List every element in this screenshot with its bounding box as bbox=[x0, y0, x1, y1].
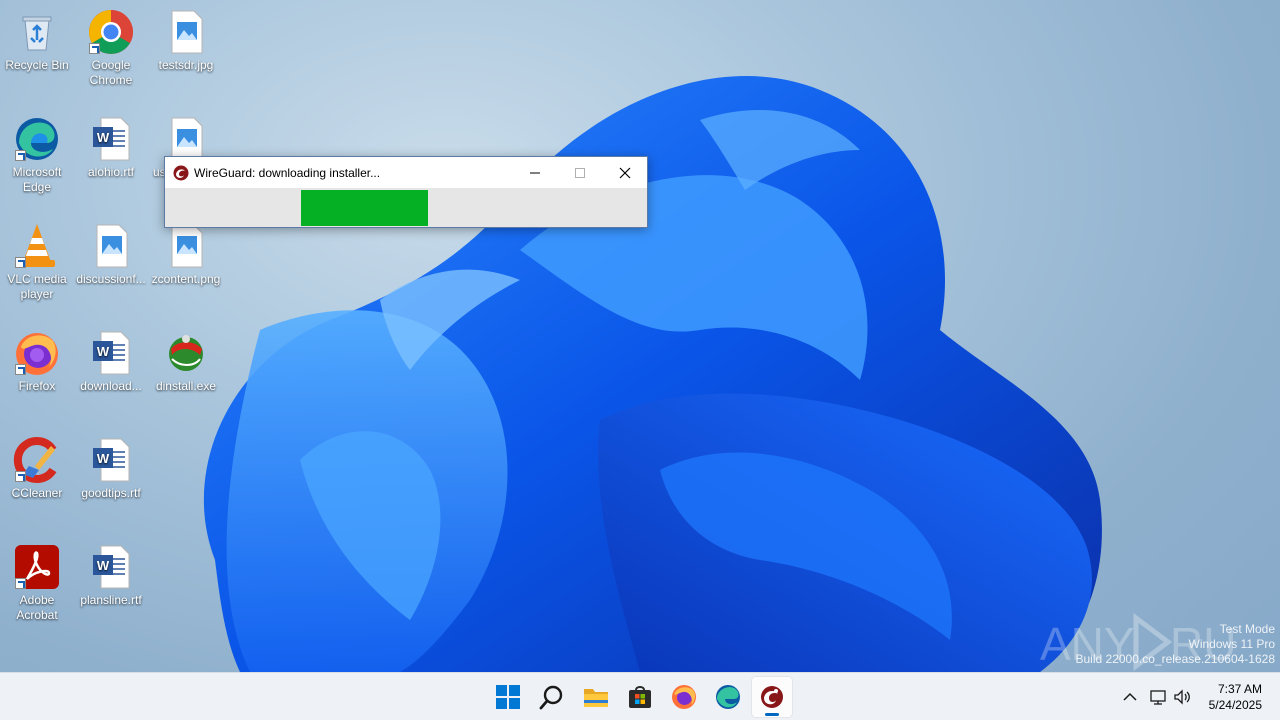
taskbar-firefox[interactable] bbox=[664, 677, 704, 717]
vlc-icon bbox=[13, 222, 61, 270]
desktop-icon-label: zcontent.png bbox=[151, 272, 221, 286]
build-number-label: Build 22000.co_release.210604-1628 bbox=[1075, 652, 1276, 666]
download-progress-bar bbox=[165, 190, 647, 226]
acrobat-icon bbox=[13, 543, 61, 591]
test-mode-label: Test Mode bbox=[1219, 622, 1275, 636]
installer-exe-icon bbox=[162, 329, 210, 377]
maximize-button bbox=[557, 157, 603, 188]
clock-time: 7:37 AM bbox=[1217, 682, 1262, 696]
desktop-icon-alohio-rtf[interactable]: W alohio.rtf bbox=[74, 115, 148, 180]
shortcut-arrow-icon bbox=[89, 43, 100, 54]
close-button[interactable] bbox=[602, 157, 648, 188]
desktop-icon-testsdr-jpg[interactable]: testsdr.jpg bbox=[149, 8, 223, 73]
desktop-icon-zcontent-png[interactable]: zcontent.png bbox=[149, 222, 223, 287]
desktop-icon-label: alohio.rtf bbox=[87, 165, 135, 179]
progress-bar-fill bbox=[301, 190, 428, 226]
dialog-title: WireGuard: downloading installer... bbox=[194, 165, 381, 180]
wireguard-download-dialog[interactable]: WireGuard: downloading installer... bbox=[164, 156, 648, 228]
desktop-icon-dinstall-exe[interactable]: dinstall.exe bbox=[149, 329, 223, 394]
wireguard-icon bbox=[761, 686, 783, 708]
volume-icon[interactable] bbox=[1172, 687, 1192, 707]
start-button[interactable] bbox=[488, 677, 528, 717]
chrome-icon bbox=[87, 8, 135, 56]
desktop-icon-label: Firefox bbox=[18, 379, 56, 393]
desktop-icon-firefox[interactable]: Firefox bbox=[0, 329, 74, 394]
taskbar-clock[interactable]: 7:37 AM 5/24/2025 bbox=[1209, 681, 1262, 713]
taskbar-microsoft-store[interactable] bbox=[620, 677, 660, 717]
network-icon[interactable] bbox=[1148, 687, 1168, 707]
edge-icon bbox=[716, 685, 740, 709]
desktop-icon-label: VLC media player bbox=[7, 272, 67, 301]
desktop-icon-discussionf[interactable]: discussionf... bbox=[74, 222, 148, 287]
desktop-icon-recycle-bin[interactable]: Recycle Bin bbox=[0, 8, 74, 73]
svg-text:W: W bbox=[97, 451, 110, 466]
desktop-icon-label: plansline.rtf bbox=[80, 593, 142, 607]
desktop-icon-label: dinstall.exe bbox=[155, 379, 217, 393]
taskbar-edge[interactable] bbox=[708, 677, 748, 717]
edge-icon bbox=[13, 115, 61, 163]
maximize-icon bbox=[575, 167, 585, 178]
ccleaner-icon bbox=[13, 436, 61, 484]
desktop-icon-adobe-acrobat[interactable]: Adobe Acrobat bbox=[0, 543, 74, 623]
word-document-icon: W bbox=[87, 436, 135, 484]
desktop-icon-label: download... bbox=[80, 379, 142, 393]
shortcut-arrow-icon bbox=[15, 364, 26, 375]
desktop-icon-label: discussionf... bbox=[76, 272, 146, 286]
recycle-bin-icon bbox=[13, 8, 61, 56]
desktop-icon-goodtips-rtf[interactable]: W goodtips.rtf bbox=[74, 436, 148, 501]
word-document-icon: W bbox=[87, 329, 135, 377]
desktop-icon-label: goodtips.rtf bbox=[81, 486, 141, 500]
minimize-button[interactable] bbox=[512, 157, 558, 188]
active-app-indicator bbox=[765, 713, 779, 716]
shortcut-arrow-icon bbox=[15, 578, 26, 589]
shortcut-arrow-icon bbox=[15, 471, 26, 482]
clock-date: 5/24/2025 bbox=[1208, 698, 1262, 712]
word-document-icon: W bbox=[87, 543, 135, 591]
taskbar-wireguard[interactable] bbox=[752, 677, 792, 717]
search-icon bbox=[539, 685, 563, 710]
wireguard-icon bbox=[173, 165, 189, 180]
desktop-icon-label: testsdr.jpg bbox=[158, 58, 214, 72]
image-file-icon bbox=[162, 222, 210, 270]
close-icon bbox=[619, 167, 631, 178]
desktop-icon-microsoft-edge[interactable]: Microsoft Edge bbox=[0, 115, 74, 195]
taskbar-file-explorer[interactable] bbox=[576, 677, 616, 717]
chevron-up-icon[interactable] bbox=[1120, 687, 1140, 707]
dialog-titlebar[interactable]: WireGuard: downloading installer... bbox=[165, 157, 647, 188]
windows-edition-label: Windows 11 Pro bbox=[1188, 637, 1275, 651]
firefox-icon bbox=[672, 685, 696, 709]
desktop-icon-label: CCleaner bbox=[11, 486, 63, 500]
desktop-icon-label: Microsoft Edge bbox=[12, 165, 62, 194]
svg-text:W: W bbox=[97, 130, 110, 145]
windows-build-info: Test Mode Windows 11 Pro Build 22000.co_… bbox=[1076, 622, 1276, 667]
desktop-icon-label: Recycle Bin bbox=[5, 58, 69, 72]
microsoft-store-icon bbox=[629, 686, 651, 708]
desktop-icon-plansline-rtf[interactable]: W plansline.rtf bbox=[74, 543, 148, 608]
svg-text:W: W bbox=[97, 558, 110, 573]
desktop-icon-download[interactable]: W download... bbox=[74, 329, 148, 394]
image-file-icon bbox=[87, 222, 135, 270]
shortcut-arrow-icon bbox=[15, 257, 26, 268]
desktop-icon-ccleaner[interactable]: CCleaner bbox=[0, 436, 74, 501]
minimize-icon bbox=[530, 172, 540, 173]
firefox-icon bbox=[13, 329, 61, 377]
taskbar-search-button[interactable] bbox=[532, 677, 572, 717]
start-icon bbox=[496, 685, 520, 709]
file-explorer-icon bbox=[584, 689, 608, 707]
desktop-icon-vlc-media-player[interactable]: VLC media player bbox=[0, 222, 74, 302]
dialog-body bbox=[165, 188, 647, 227]
word-document-icon: W bbox=[87, 115, 135, 163]
taskbar: 7:37 AM 5/24/2025 bbox=[0, 672, 1280, 720]
desktop-icon-google-chrome[interactable]: Google Chrome bbox=[74, 8, 148, 88]
shortcut-arrow-icon bbox=[15, 150, 26, 161]
desktop-icon-label: Adobe Acrobat bbox=[16, 593, 58, 622]
svg-text:W: W bbox=[97, 344, 110, 359]
image-file-icon bbox=[162, 8, 210, 56]
desktop-icon-label: Google Chrome bbox=[89, 58, 133, 87]
